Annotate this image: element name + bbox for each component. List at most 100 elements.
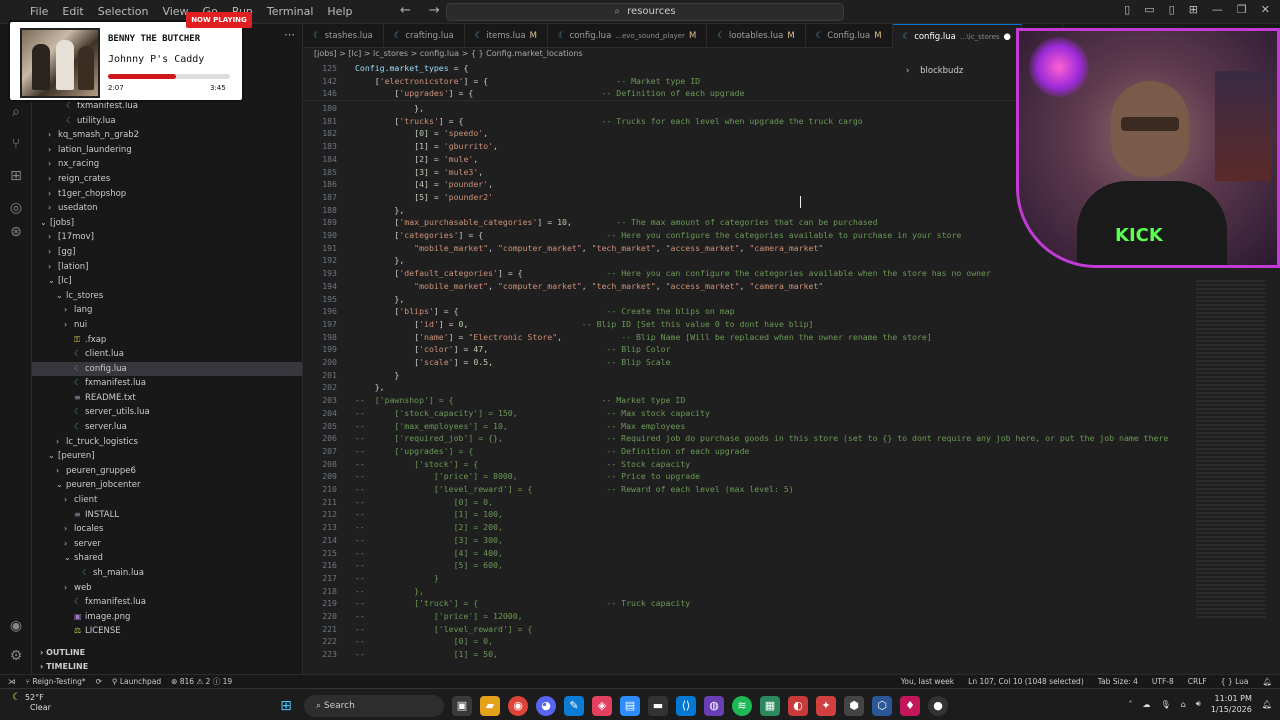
tree-file-item[interactable]: ▣ image.png xyxy=(32,610,302,625)
search-icon[interactable]: ⌕ xyxy=(8,104,24,120)
tree-folder-item[interactable]: › [gg] xyxy=(32,245,302,260)
git-blame[interactable]: You, last week xyxy=(901,675,954,688)
code-line[interactable]: 198 ['name'] = "Electronic Store", -- Bl… xyxy=(303,331,932,344)
editor-tab[interactable]: ☾ items.lua M xyxy=(465,24,548,48)
source-control-icon[interactable]: ⑂ xyxy=(8,136,24,152)
code-line[interactable]: 209 -- ['price'] = 8000, -- Price to upgr… xyxy=(303,470,700,483)
tree-file-item[interactable]: ☾ server_utils.lua xyxy=(32,405,302,420)
microphone-icon[interactable]: 🎙︎ xyxy=(1161,700,1171,709)
app-icon[interactable]: ✦ xyxy=(816,696,836,716)
code-line[interactable]: 217 -- } xyxy=(303,572,439,585)
code-line[interactable]: 146 ['upgrades'] = { -- Definition of ea… xyxy=(303,87,744,100)
code-line[interactable]: 221 -- ['level_reward'] = { xyxy=(303,623,532,636)
tree-folder-item[interactable]: › nui xyxy=(32,318,302,333)
editor-tab[interactable]: ☾ Config.lua M xyxy=(806,24,893,48)
code-line[interactable]: 216 -- [5] = 600, xyxy=(303,559,503,572)
code-line[interactable]: 197 ['id'] = 0, -- Blip ID [Set this val… xyxy=(303,318,813,331)
tree-folder-item[interactable]: ⌄ shared xyxy=(32,551,302,566)
menu-view[interactable]: View xyxy=(162,5,188,18)
app-icon[interactable]: ✎ xyxy=(564,696,584,716)
code-line[interactable]: 125 Config.market_types = { xyxy=(303,62,468,75)
cloud-icon[interactable]: ☁ xyxy=(1143,700,1151,709)
account-icon[interactable]: ◉ xyxy=(8,618,24,634)
taskbar-search[interactable]: ⌕ Search xyxy=(304,695,444,717)
code-line[interactable]: 201 } xyxy=(303,369,399,382)
minimize-button[interactable]: — xyxy=(1212,3,1223,16)
code-line[interactable]: 210 -- ['level_reward'] = { -- Reward of … xyxy=(303,483,794,496)
tree-folder-item[interactable]: › client xyxy=(32,493,302,508)
editor-tab[interactable]: ☾ config.lua ...\lc_stores ● xyxy=(892,24,1022,48)
launchpad-item[interactable]: ⚲ Launchpad xyxy=(112,675,161,688)
network-icon[interactable]: ⌂ xyxy=(1181,700,1186,709)
remote-indicator-icon[interactable]: ⋊ xyxy=(8,675,16,688)
tree-folder-item[interactable]: ⌄ lc_stores xyxy=(32,289,302,304)
code-line[interactable]: 189 ['max_purchasable_categories'] = 10,… xyxy=(303,216,877,229)
tree-folder-item[interactable]: › [lation] xyxy=(32,260,302,275)
tree-folder-item[interactable]: › [17mov] xyxy=(32,230,302,245)
bell-icon[interactable]: 🔔︎ xyxy=(1262,675,1272,688)
code-line[interactable]: 185 [3] = 'mule3', xyxy=(303,166,483,179)
command-center-search[interactable]: ⌕ resources xyxy=(446,3,844,21)
code-line[interactable]: 188 }, xyxy=(303,204,404,217)
code-line[interactable]: 196 ['blips'] = { -- Create the blips on… xyxy=(303,305,734,318)
obs-icon[interactable]: ● xyxy=(928,696,948,716)
extensions-icon[interactable]: ⊞ xyxy=(8,168,24,184)
menu-terminal[interactable]: Terminal xyxy=(267,5,314,18)
tree-file-item[interactable]: ⚖ LICENSE xyxy=(32,624,302,639)
code-line[interactable]: 190 ['categories'] = { -- Here you confi… xyxy=(303,229,961,242)
layout-sidebar-icon[interactable]: ▯ xyxy=(1124,3,1130,16)
layout-panel-icon[interactable]: ▭ xyxy=(1144,3,1154,16)
tree-file-item[interactable]: ☾ fxmanifest.lua xyxy=(32,376,302,391)
tree-folder-item[interactable]: › lc_truck_logistics xyxy=(32,435,302,450)
restore-button[interactable]: ❐ xyxy=(1237,3,1247,16)
code-line[interactable]: 219 -- ['truck'] = { -- Truck capacity xyxy=(303,597,690,610)
notification-bell-icon[interactable]: 🔔︎ xyxy=(1262,700,1272,709)
code-line[interactable]: 203 -- ['pawnshop'] = { -- Market type ID xyxy=(303,394,685,407)
tab-size[interactable]: Tab Size: 4 xyxy=(1098,675,1138,688)
outline-section[interactable]: › OUTLINE xyxy=(32,646,302,660)
encoding[interactable]: UTF-8 xyxy=(1152,675,1174,688)
task-view-icon[interactable]: ▣ xyxy=(452,696,472,716)
app-icon[interactable]: ⬡ xyxy=(872,696,892,716)
back-arrow-icon[interactable]: ← xyxy=(400,3,411,18)
close-button[interactable]: ✕ xyxy=(1261,3,1270,16)
code-line[interactable]: 214 -- [3] = 300, xyxy=(303,534,503,547)
code-line[interactable]: 184 [2] = 'mule', xyxy=(303,153,478,166)
discord-icon[interactable]: ◕ xyxy=(536,696,556,716)
problems-indicator[interactable]: ⊗ 816 ⚠ 2 ⓘ 19 xyxy=(171,675,232,688)
tree-file-item[interactable]: ≡ README.txt xyxy=(32,391,302,406)
unsaved-dot-icon[interactable]: ● xyxy=(1004,32,1011,42)
vscode-icon[interactable]: ⟨⟩ xyxy=(676,696,696,716)
code-line[interactable]: 181 ['trucks'] = { -- Trucks for each le… xyxy=(303,115,863,128)
menu-help[interactable]: Help xyxy=(327,5,352,18)
minimap[interactable] xyxy=(1196,280,1266,620)
tree-file-item[interactable]: ☾ utility.lua xyxy=(32,114,302,129)
app-icon[interactable]: ▤ xyxy=(620,696,640,716)
editor-tab[interactable]: ☾ stashes.lua xyxy=(303,24,384,48)
code-line[interactable]: 186 [4] = 'pounder', xyxy=(303,178,493,191)
gear-icon[interactable]: ⚙ xyxy=(8,648,24,664)
remote-icon[interactable]: ◎ xyxy=(8,200,24,216)
customize-layout-icon[interactable]: ⊞ xyxy=(1189,3,1198,16)
tree-folder-item[interactable]: › reign_crates xyxy=(32,172,302,187)
sync-icon[interactable]: ⟳ xyxy=(96,675,102,688)
tree-folder-item[interactable]: ⌄ [peuren] xyxy=(32,449,302,464)
more-actions-icon[interactable]: ⋯ xyxy=(284,24,295,46)
timeline-section[interactable]: › TIMELINE xyxy=(32,660,302,674)
code-line[interactable]: 192 }, xyxy=(303,254,404,267)
tree-folder-item[interactable]: › web xyxy=(32,581,302,596)
tree-folder-item[interactable]: › kq_smash_n_grab2 xyxy=(32,128,302,143)
code-line[interactable]: 215 -- [4] = 400, xyxy=(303,547,503,560)
tree-file-item[interactable]: ≡ INSTALL xyxy=(32,508,302,523)
tree-file-item[interactable]: ☾ sh_main.lua xyxy=(32,566,302,581)
app-icon[interactable]: ▦ xyxy=(760,696,780,716)
code-line[interactable]: 205 -- ['max_employees'] = 10, -- Max emp… xyxy=(303,420,685,433)
code-line[interactable]: 142 ['electronicstore'] = { -- Market ty… xyxy=(303,75,700,88)
app-icon[interactable]: ◈ xyxy=(592,696,612,716)
code-line[interactable]: 191 "mobile_market", "computer_market", … xyxy=(303,242,823,255)
code-line[interactable]: 193 ['default_categories'] = { -- Here y… xyxy=(303,267,991,280)
menu-file[interactable]: File xyxy=(30,5,48,18)
code-line[interactable]: 218 -- }, xyxy=(303,585,424,598)
menu-edit[interactable]: Edit xyxy=(62,5,83,18)
editor-tab[interactable]: ☾ config.lua ...evo_sound_player M xyxy=(548,24,708,48)
